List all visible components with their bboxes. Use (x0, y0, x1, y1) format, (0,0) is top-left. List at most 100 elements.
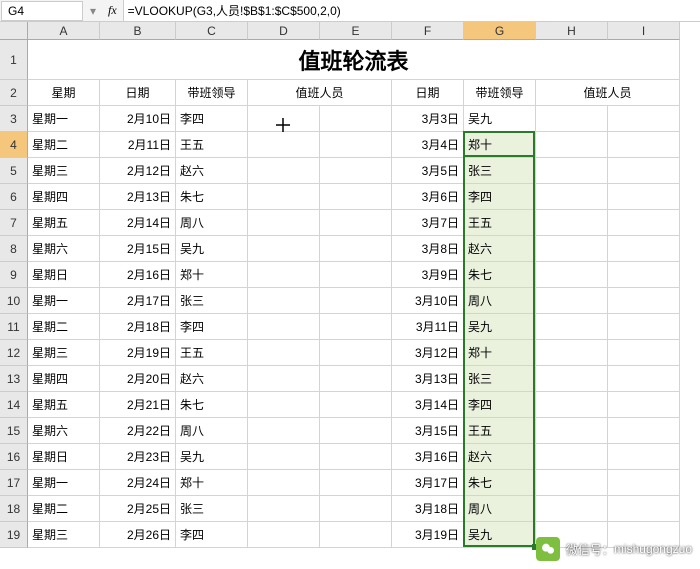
cell-lead-2[interactable]: 赵六 (464, 444, 536, 470)
cell-lead-2[interactable]: 周八 (464, 288, 536, 314)
cell-date-1[interactable]: 2月22日 (100, 418, 176, 444)
cell-duty-1b[interactable] (320, 262, 392, 288)
cell-lead-2[interactable]: 吴九 (464, 106, 536, 132)
cell-lead-1[interactable]: 王五 (176, 340, 248, 366)
cell-lead-2[interactable]: 郑十 (464, 132, 536, 158)
cell-duty-1a[interactable] (248, 210, 320, 236)
cell-date-2[interactable]: 3月13日 (392, 366, 464, 392)
cell-date-1[interactable]: 2月23日 (100, 444, 176, 470)
cell-duty-2b[interactable] (608, 340, 680, 366)
cell-date-2[interactable]: 3月16日 (392, 444, 464, 470)
hdr-date-1[interactable]: 日期 (100, 80, 176, 106)
cell-duty-1a[interactable] (248, 366, 320, 392)
cell-duty-1a[interactable] (248, 236, 320, 262)
row-header-16[interactable]: 16 (0, 444, 28, 470)
cell-weekday[interactable]: 星期一 (28, 470, 100, 496)
cell-duty-2a[interactable] (536, 158, 608, 184)
cell-lead-1[interactable]: 周八 (176, 418, 248, 444)
cell-duty-1b[interactable] (320, 314, 392, 340)
col-header-F[interactable]: F (392, 22, 464, 40)
cell-weekday[interactable]: 星期二 (28, 132, 100, 158)
cell-duty-1a[interactable] (248, 158, 320, 184)
col-header-G[interactable]: G (464, 22, 536, 40)
cells-area[interactable]: 值班轮流表星期日期带班领导值班人员日期带班领导值班人员星期一2月10日李四3月3… (28, 40, 680, 548)
cell-duty-2b[interactable] (608, 392, 680, 418)
cell-duty-2b[interactable] (608, 106, 680, 132)
hdr-duty-2[interactable]: 值班人员 (536, 80, 680, 106)
cell-date-1[interactable]: 2月13日 (100, 184, 176, 210)
cell-lead-1[interactable]: 李四 (176, 106, 248, 132)
namebox-dropdown-icon[interactable]: ▾ (84, 4, 102, 18)
row-header-3[interactable]: 3 (0, 106, 28, 132)
cell-date-1[interactable]: 2月26日 (100, 522, 176, 548)
cell-weekday[interactable]: 星期二 (28, 314, 100, 340)
cell-date-1[interactable]: 2月21日 (100, 392, 176, 418)
col-header-D[interactable]: D (248, 22, 320, 40)
cell-duty-1a[interactable] (248, 106, 320, 132)
cell-duty-1b[interactable] (320, 444, 392, 470)
name-box[interactable]: G4 (1, 1, 83, 21)
cell-duty-1a[interactable] (248, 392, 320, 418)
cell-weekday[interactable]: 星期二 (28, 496, 100, 522)
cell-duty-2b[interactable] (608, 184, 680, 210)
cell-duty-1a[interactable] (248, 314, 320, 340)
cell-date-1[interactable]: 2月24日 (100, 470, 176, 496)
cell-date-2[interactable]: 3月14日 (392, 392, 464, 418)
cell-duty-2a[interactable] (536, 340, 608, 366)
cell-weekday[interactable]: 星期四 (28, 366, 100, 392)
cell-duty-2b[interactable] (608, 158, 680, 184)
cell-date-2[interactable]: 3月11日 (392, 314, 464, 340)
hdr-duty-1[interactable]: 值班人员 (248, 80, 392, 106)
cell-duty-1b[interactable] (320, 236, 392, 262)
cell-weekday[interactable]: 星期五 (28, 392, 100, 418)
row-header-8[interactable]: 8 (0, 236, 28, 262)
cell-duty-1a[interactable] (248, 496, 320, 522)
col-header-A[interactable]: A (28, 22, 100, 40)
cell-lead-1[interactable]: 周八 (176, 210, 248, 236)
cell-duty-2b[interactable] (608, 418, 680, 444)
cell-date-1[interactable]: 2月25日 (100, 496, 176, 522)
hdr-weekday[interactable]: 星期 (28, 80, 100, 106)
cell-date-2[interactable]: 3月15日 (392, 418, 464, 444)
cell-duty-1a[interactable] (248, 340, 320, 366)
cell-duty-1a[interactable] (248, 470, 320, 496)
cell-lead-1[interactable]: 王五 (176, 132, 248, 158)
cell-date-2[interactable]: 3月17日 (392, 470, 464, 496)
cell-duty-1b[interactable] (320, 392, 392, 418)
cell-duty-1a[interactable] (248, 444, 320, 470)
cell-lead-2[interactable]: 李四 (464, 392, 536, 418)
cell-date-2[interactable]: 3月9日 (392, 262, 464, 288)
cell-date-1[interactable]: 2月18日 (100, 314, 176, 340)
cell-weekday[interactable]: 星期日 (28, 444, 100, 470)
cell-lead-2[interactable]: 王五 (464, 210, 536, 236)
cell-date-2[interactable]: 3月7日 (392, 210, 464, 236)
col-header-E[interactable]: E (320, 22, 392, 40)
cell-duty-1b[interactable] (320, 158, 392, 184)
fx-icon[interactable]: fx (102, 3, 123, 18)
cell-duty-1b[interactable] (320, 288, 392, 314)
cell-lead-2[interactable]: 郑十 (464, 340, 536, 366)
cell-lead-1[interactable]: 李四 (176, 522, 248, 548)
cell-date-2[interactable]: 3月5日 (392, 158, 464, 184)
cell-lead-1[interactable]: 张三 (176, 496, 248, 522)
cell-lead-1[interactable]: 吴九 (176, 236, 248, 262)
cell-duty-2b[interactable] (608, 444, 680, 470)
cell-duty-1b[interactable] (320, 366, 392, 392)
cell-date-1[interactable]: 2月12日 (100, 158, 176, 184)
cell-duty-2b[interactable] (608, 366, 680, 392)
cell-duty-1b[interactable] (320, 340, 392, 366)
cell-lead-1[interactable]: 郑十 (176, 262, 248, 288)
cell-lead-1[interactable]: 赵六 (176, 158, 248, 184)
cell-date-1[interactable]: 2月20日 (100, 366, 176, 392)
cell-duty-2a[interactable] (536, 496, 608, 522)
cell-duty-2b[interactable] (608, 314, 680, 340)
cell-duty-1b[interactable] (320, 132, 392, 158)
cell-duty-2a[interactable] (536, 262, 608, 288)
hdr-date-2[interactable]: 日期 (392, 80, 464, 106)
cell-weekday[interactable]: 星期一 (28, 288, 100, 314)
row-header-15[interactable]: 15 (0, 418, 28, 444)
cell-duty-2a[interactable] (536, 418, 608, 444)
cell-weekday[interactable]: 星期六 (28, 418, 100, 444)
col-header-I[interactable]: I (608, 22, 680, 40)
cell-duty-2a[interactable] (536, 288, 608, 314)
